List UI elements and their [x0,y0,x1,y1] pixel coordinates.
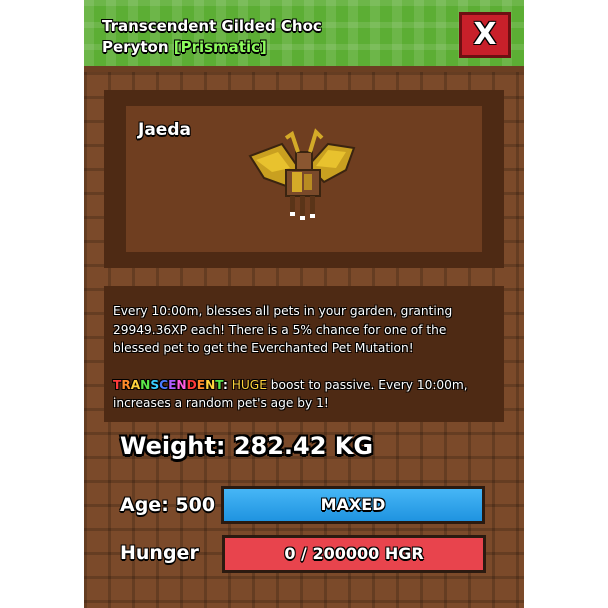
close-button[interactable]: X [459,12,511,58]
close-icon: X [473,17,497,52]
hunger-bar-text: 0 / 200000 HGR [284,544,424,563]
age-bar: MAXED [221,486,485,524]
age-bar-text: MAXED [320,495,386,514]
pet-title-line1: Transcendent Gilded Choc [102,17,322,35]
transcendent-label: TRANSCENDENT: [113,377,228,392]
pet-weight: Weight: 282.42 KG [120,432,374,460]
pet-title-line2: Peryton [102,38,169,56]
pet-info-panel: Transcendent Gilded Choc Peryton [Prisma… [84,0,524,608]
transcendent-text: TRANSCENDENT: HUGE boost to passive. Eve… [113,376,494,413]
mutation-tag: [Prismatic] [173,38,267,56]
pet-title: Transcendent Gilded Choc Peryton [Prisma… [102,16,402,58]
huge-word: HUGE [231,377,267,392]
peryton-pet-icon [248,128,356,220]
panel-header: Transcendent Gilded Choc Peryton [Prisma… [84,0,524,72]
owner-name: Jaeda [138,120,191,140]
hunger-label: Hunger [120,542,199,564]
ability-description: Every 10:00m, blesses all pets in your g… [104,286,504,422]
hunger-bar: 0 / 200000 HGR [222,535,486,573]
age-label: Age: 500 [120,494,216,516]
passive-text: Every 10:00m, blesses all pets in your g… [113,304,453,355]
pet-viewer-frame: Jaeda [104,90,504,268]
